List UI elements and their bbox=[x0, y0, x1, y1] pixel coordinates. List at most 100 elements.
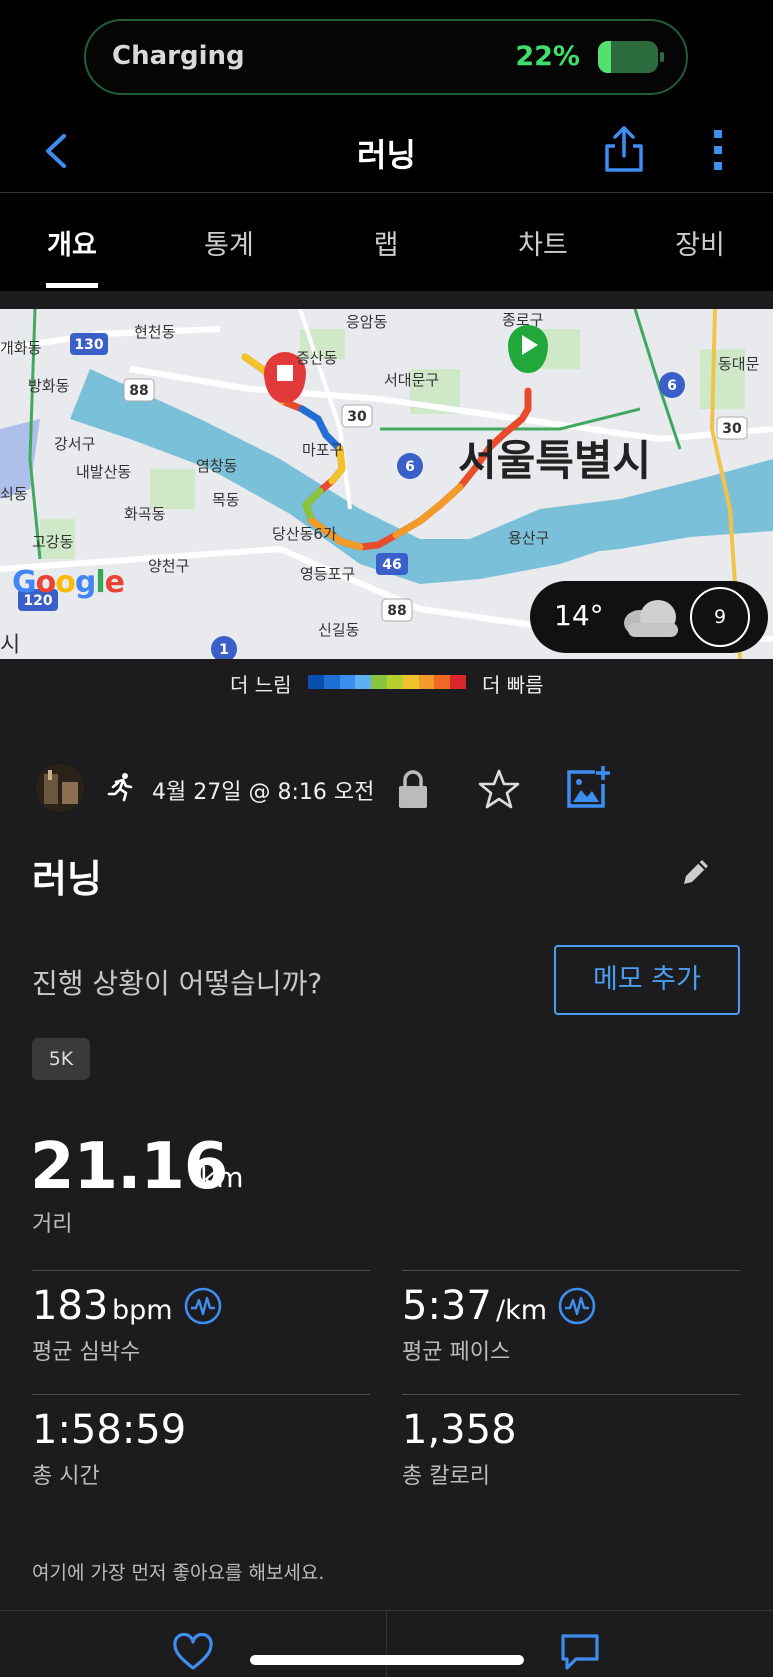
charging-indicator: Charging 22% bbox=[84, 19, 688, 95]
map-city-label: 서울특별시 bbox=[458, 436, 652, 485]
like-prompt: 여기에 가장 먼저 좋아요를 해보세요. bbox=[32, 1562, 325, 1584]
running-icon bbox=[107, 773, 133, 802]
map-label: 양천구 bbox=[148, 557, 190, 575]
avg-pace-value: 5:37 bbox=[402, 1283, 492, 1329]
map-label: 개화동 bbox=[0, 339, 42, 357]
avg-pace-label: 평균 페이스 bbox=[402, 1340, 511, 1365]
divider bbox=[402, 1394, 740, 1395]
tab-bar: 개요 통계 랩 차트 장비 bbox=[0, 193, 773, 291]
map-label: 목동 bbox=[212, 491, 240, 509]
legend-slow-label: 더 느림 bbox=[230, 673, 292, 697]
google-logo-text: Google bbox=[12, 565, 125, 600]
wind-speed: 9 bbox=[713, 606, 727, 628]
distance-value: 21.16 bbox=[30, 1130, 228, 1204]
tab-active-indicator bbox=[46, 283, 98, 288]
cloud-icon bbox=[624, 600, 678, 637]
svg-text:1: 1 bbox=[219, 642, 229, 658]
svg-text:130: 130 bbox=[74, 337, 103, 353]
tab-gear[interactable]: 장비 bbox=[645, 223, 755, 262]
map-label: 시 bbox=[0, 633, 21, 658]
distance-label: 거리 bbox=[32, 1212, 73, 1237]
legend-color-swatch bbox=[434, 675, 451, 689]
home-indicator bbox=[250, 1655, 524, 1665]
activity-tag[interactable]: 5K bbox=[32, 1038, 90, 1080]
svg-text:6: 6 bbox=[405, 459, 415, 475]
charging-label: Charging bbox=[112, 41, 245, 71]
add-memo-button[interactable]: 메모 추가 bbox=[554, 945, 740, 1015]
lock-icon[interactable] bbox=[396, 768, 430, 810]
share-button[interactable] bbox=[602, 124, 646, 174]
svg-text:6: 6 bbox=[667, 378, 677, 394]
tab-charts[interactable]: 차트 bbox=[488, 223, 598, 262]
progress-prompt: 진행 상황이 어떻습니까? bbox=[32, 967, 323, 1000]
divider bbox=[402, 1270, 740, 1271]
divider bbox=[32, 1394, 370, 1395]
svg-text:30: 30 bbox=[722, 421, 742, 437]
map-label: 화곡동 bbox=[124, 505, 166, 523]
wind-indicator: 9 bbox=[690, 587, 750, 647]
map-label: 마포구 bbox=[302, 441, 344, 459]
nav-bar: 러닝 bbox=[0, 110, 773, 193]
map-label: 내발산동 bbox=[76, 463, 132, 481]
add-photo-icon[interactable] bbox=[565, 764, 611, 810]
total-calories-value: 1,358 bbox=[402, 1407, 517, 1453]
avg-pace-unit: /km bbox=[496, 1295, 548, 1326]
avatar[interactable] bbox=[36, 764, 84, 812]
pace-chart-icon[interactable] bbox=[558, 1287, 596, 1325]
share-icon bbox=[605, 126, 643, 172]
tab-laps[interactable]: 랩 bbox=[331, 223, 441, 262]
weather-widget[interactable]: 14° 9 bbox=[530, 581, 768, 653]
legend-fast-label: 더 빠름 bbox=[482, 673, 544, 697]
activity-title: 러닝 bbox=[32, 857, 102, 901]
legend-color-swatch bbox=[308, 675, 324, 689]
activity-meta-row: 4월 27일 @ 8:16 오전 bbox=[0, 762, 773, 818]
map-label: 영등포구 bbox=[300, 565, 356, 583]
legend-color-swatch bbox=[323, 675, 340, 689]
avg-heart-rate-label: 평균 심박수 bbox=[32, 1340, 141, 1365]
map-label: 용산구 bbox=[508, 529, 550, 547]
google-logo: Google bbox=[12, 565, 125, 600]
star-icon[interactable] bbox=[478, 768, 520, 810]
avatar-image bbox=[36, 764, 84, 812]
tab-overview[interactable]: 개요 bbox=[17, 223, 127, 262]
map-label: 쇠동 bbox=[0, 485, 28, 503]
activity-date: 4월 27일 @ 8:16 오전 bbox=[152, 780, 375, 805]
legend-color-swatch bbox=[450, 675, 466, 689]
total-calories-label: 총 칼로리 bbox=[402, 1464, 490, 1489]
more-options-button[interactable] bbox=[706, 124, 730, 178]
map-label: 현천동 bbox=[134, 323, 176, 341]
page-title: 러닝 bbox=[357, 136, 416, 174]
legend-color-swatch bbox=[386, 675, 403, 689]
bottom-action-bar bbox=[0, 1610, 773, 1677]
avg-heart-rate-value: 183 bbox=[32, 1283, 109, 1329]
map-label: 강서구 bbox=[54, 435, 96, 453]
heart-rate-chart-icon[interactable] bbox=[184, 1287, 222, 1325]
comment-icon[interactable] bbox=[560, 1633, 600, 1671]
battery-icon bbox=[598, 41, 664, 73]
speed-legend: 더 느림 더 빠름 bbox=[0, 665, 773, 697]
legend-color-bar bbox=[308, 675, 466, 689]
map-label: 염창동 bbox=[196, 457, 238, 475]
start-pin-icon bbox=[508, 325, 548, 373]
map-label: 서대문구 bbox=[384, 371, 440, 389]
map-label: 동대문 bbox=[718, 355, 760, 373]
svg-text:30: 30 bbox=[347, 409, 367, 425]
svg-text:88: 88 bbox=[387, 603, 406, 619]
svg-text:88: 88 bbox=[129, 383, 148, 399]
map-label: 당산동6가 bbox=[272, 525, 337, 543]
status-area: Charging 22% bbox=[0, 0, 773, 110]
route-map[interactable]: 130 88 30 6 6 30 46 120 88 1 응암동 종로구 현천동… bbox=[0, 309, 773, 659]
battery-percent: 22% bbox=[515, 41, 580, 72]
legend-color-swatch bbox=[402, 675, 419, 689]
map-label: 신길동 bbox=[318, 621, 360, 639]
total-time-label: 총 시간 bbox=[32, 1464, 100, 1489]
map-label: 응암동 bbox=[346, 313, 388, 331]
divider bbox=[32, 1270, 370, 1271]
svg-text:46: 46 bbox=[382, 557, 401, 573]
tab-stats[interactable]: 통계 bbox=[174, 223, 284, 262]
weather-temperature: 14° bbox=[554, 599, 604, 632]
like-heart-icon[interactable] bbox=[172, 1633, 214, 1671]
battery-fill bbox=[598, 41, 612, 73]
edit-icon[interactable] bbox=[680, 856, 712, 888]
more-vertical-icon bbox=[714, 130, 722, 170]
